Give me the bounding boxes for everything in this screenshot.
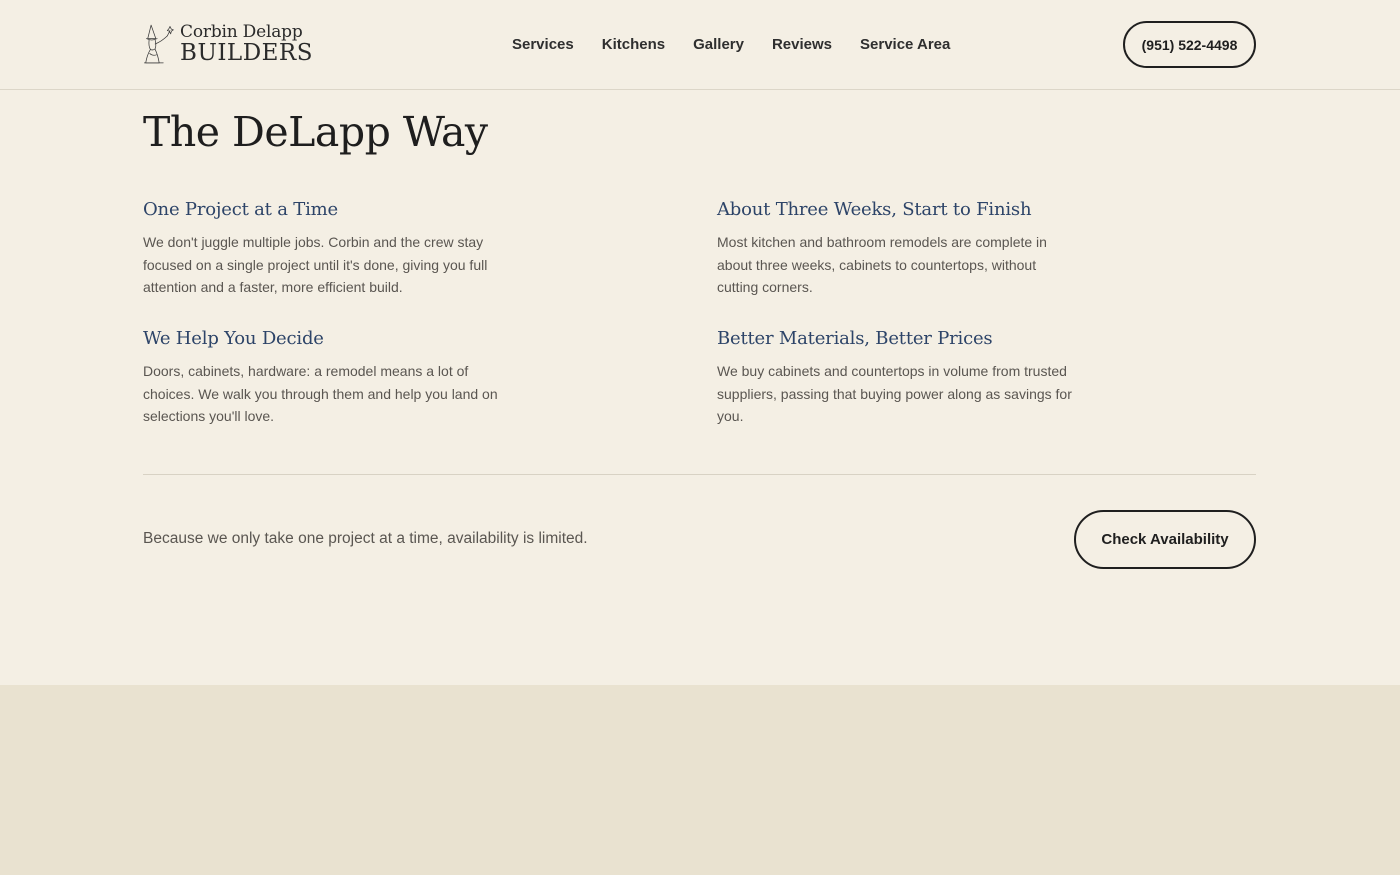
availability-note: Because we only take one project at a ti… (143, 530, 588, 547)
feature-body: We buy cabinets and countertops in volum… (717, 363, 1072, 424)
logo-line1: Corbin Delapp (180, 21, 303, 42)
feature-title: One Project at a Time (143, 199, 338, 220)
feature-body: Most kitchen and bathroom remodels are c… (717, 234, 1047, 295)
feature-body: Doors, cabinets, hardware: a remodel mea… (143, 363, 498, 424)
feature-title: Better Materials, Better Prices (717, 328, 993, 349)
feature-card: We Help You Decide Doors, cabinets, hard… (143, 328, 503, 428)
logo-line2: BUILDERS (180, 39, 313, 66)
feature-body: We don't juggle multiple jobs. Corbin an… (143, 234, 488, 295)
logo-wordmark: Corbin Delapp BUILDERS (180, 21, 313, 66)
nav-reviews[interactable]: Reviews (772, 36, 832, 53)
nav-services[interactable]: Services (512, 36, 574, 53)
wizard-icon (143, 24, 174, 64)
section-divider (143, 474, 1256, 475)
check-availability-button[interactable]: Check Availability (1074, 510, 1256, 569)
feature-card: Better Materials, Better Prices We buy c… (717, 328, 1077, 428)
page-title: The DeLapp Way (143, 108, 488, 156)
feature-card: One Project at a Time We don't juggle mu… (143, 199, 503, 299)
nav-kitchens[interactable]: Kitchens (602, 36, 665, 53)
feature-card: About Three Weeks, Start to Finish Most … (717, 199, 1077, 299)
feature-title: We Help You Decide (143, 328, 324, 349)
logo[interactable]: Corbin Delapp BUILDERS (143, 14, 313, 74)
site-header: Corbin Delapp BUILDERS Services Kitchens… (0, 0, 1400, 90)
phone-button[interactable]: (951) 522-4498 (1123, 21, 1256, 68)
nav-gallery[interactable]: Gallery (693, 36, 744, 53)
nav-service-area[interactable]: Service Area (860, 36, 950, 53)
feature-title: About Three Weeks, Start to Finish (717, 199, 1032, 220)
main-nav: Services Kitchens Gallery Reviews Servic… (512, 36, 950, 53)
lower-section-band (0, 685, 1400, 875)
